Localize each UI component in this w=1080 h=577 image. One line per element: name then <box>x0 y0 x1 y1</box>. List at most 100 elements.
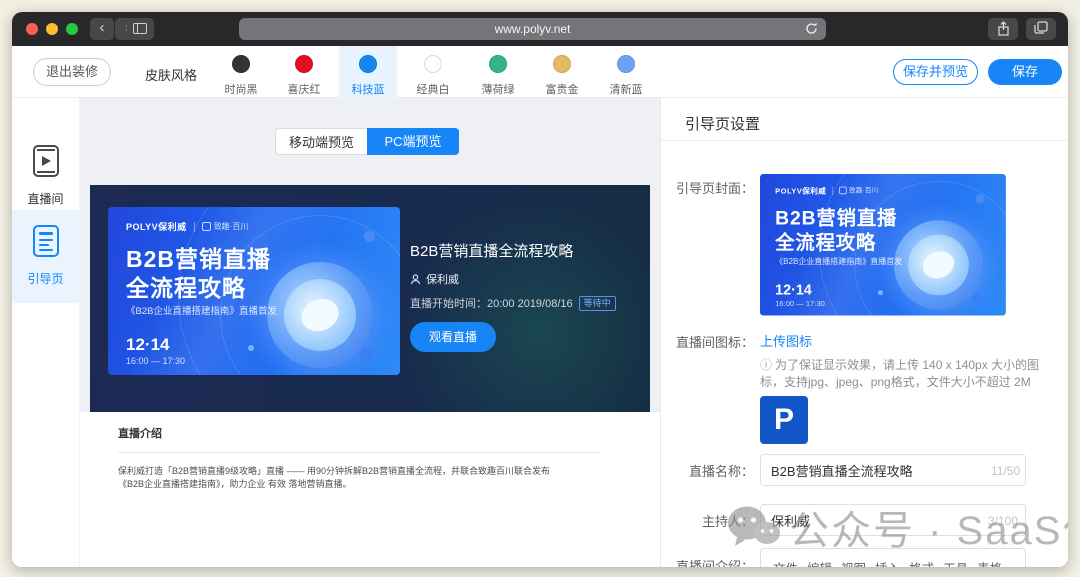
live-title: B2B营销直播全流程攻略 <box>410 240 573 261</box>
cover-field-label: 引导页封面： <box>666 178 754 197</box>
person-icon <box>410 274 421 285</box>
gold-swatch-icon <box>553 55 571 73</box>
sidebar-icon <box>133 23 147 34</box>
light-blue-swatch-icon <box>617 55 635 73</box>
live-host-row: 保利威 <box>410 271 459 287</box>
room-icon-preview: P <box>760 396 808 444</box>
editor-menu-file[interactable]: 文件 <box>773 558 798 567</box>
cover-time: 16:00 — 17:30 <box>126 356 185 366</box>
tab-pc-preview[interactable]: PC端预览 <box>367 128 459 155</box>
live-room-icon <box>33 145 59 177</box>
live-host-name: 保利威 <box>426 271 459 287</box>
partner-logo-icon <box>202 222 211 231</box>
tab-mobile-preview[interactable]: 移动端预览 <box>275 128 367 155</box>
skin-option-red[interactable]: 喜庆红 <box>275 46 333 98</box>
skin-option-tech-blue[interactable]: 科技蓝 <box>339 46 397 98</box>
room-icon-field-label: 直播间图标： <box>666 332 754 351</box>
editor-menu-view[interactable]: 视图 <box>841 558 866 567</box>
editor-menu-table[interactable]: 表格 <box>977 558 1002 567</box>
cover-date: 12·14 <box>775 282 812 299</box>
logo-divider <box>832 186 833 194</box>
settings-title: 引导页设置 <box>685 113 760 134</box>
reload-icon[interactable] <box>804 21 819 36</box>
guide-page-settings-panel: 引导页设置 引导页封面： POLYV保利威 致趣·百川 <box>660 98 1068 567</box>
landing-page-banner: POLYV保利威 致趣·百川 B2B营销直播 全流程攻略 《B2B企业直播搭建指… <box>90 185 650 412</box>
skin-option-green[interactable]: 薄荷绿 <box>469 46 527 98</box>
intro-heading: 直播介绍 <box>118 425 162 441</box>
tabs-icon <box>1034 21 1048 35</box>
partner-logo: 致趣·百川 <box>214 221 249 232</box>
cover-dot <box>248 345 254 351</box>
live-name-counter: 11/50 <box>991 464 1020 478</box>
editor-menu-format[interactable]: 格式 <box>909 558 934 567</box>
sidebar-toggle-button[interactable] <box>127 18 154 40</box>
editor-menu-tools[interactable]: 工具 <box>943 558 968 567</box>
partner-logo: 致趣·百川 <box>849 186 878 195</box>
browser-titlebar: ‹ › www.polyv.net <box>12 12 1068 46</box>
skin-option-white[interactable]: 经典白 <box>404 46 462 98</box>
editor-menu-insert[interactable]: 插入 <box>875 558 900 567</box>
red-swatch-icon <box>295 55 313 73</box>
cover-logos: POLYV保利威 致趣·百川 <box>775 185 878 196</box>
black-swatch-icon <box>232 55 250 73</box>
zoom-window-button[interactable] <box>66 23 78 35</box>
minimize-window-button[interactable] <box>46 23 58 35</box>
guide-cover-thumbnail[interactable]: POLYV保利威 致趣·百川 B2B营销直播 全流程攻略 《B2B企业直播搭建指… <box>760 174 1006 316</box>
share-icon <box>997 21 1010 36</box>
sidebar-item-guide-page[interactable]: 引导页 <box>12 210 79 303</box>
cover-dot <box>972 294 983 305</box>
intro-description: 保利威打造「B2B营销直播9级攻略」直播 —— 用90分钟拆解B2B营销直播全流… <box>118 465 570 491</box>
editor-menu-edit[interactable]: 编辑 <box>807 558 832 567</box>
status-badge: 等待中 <box>579 296 616 311</box>
upload-icon-link[interactable]: 上传图标 <box>760 331 812 350</box>
polyv-logo: POLYV保利威 <box>775 185 826 196</box>
preview-mode-tabs: 移动端预览 PC端预览 <box>275 128 459 155</box>
wechat-icon <box>727 504 781 550</box>
cover-dot <box>878 290 883 295</box>
back-button[interactable]: ‹ <box>90 18 114 40</box>
sidebar-item-live-room[interactable]: 直播间 <box>12 142 79 217</box>
address-bar[interactable]: www.polyv.net <box>239 18 826 40</box>
skin-option-fresh-blue[interactable]: 清新蓝 <box>597 46 655 98</box>
partner-logo-icon <box>839 187 847 195</box>
polyv-logo: POLYV保利威 <box>126 220 187 233</box>
cover-dot <box>976 194 985 203</box>
url-text: www.polyv.net <box>495 22 571 36</box>
blue-swatch-icon <box>359 55 377 73</box>
editor-toolbar: 退出装修 皮肤风格 时尚黑 喜庆红 科技蓝 经典白 薄荷绿 富贵金 清新蓝 <box>12 46 1068 98</box>
logo-divider <box>194 222 195 232</box>
green-swatch-icon <box>489 55 507 73</box>
save-button[interactable]: 保存 <box>988 59 1062 85</box>
exit-decorate-button[interactable]: 退出装修 <box>33 58 111 86</box>
watermark: 公众号 · SaaS优选 <box>727 498 1068 556</box>
preview-area: 移动端预览 PC端预览 POLYV保利威 致趣·百川 <box>80 98 660 567</box>
info-icon: ⓘ <box>760 358 772 372</box>
banner-cover-image: POLYV保利威 致趣·百川 B2B营销直播 全流程攻略 《B2B企业直播搭建指… <box>108 207 400 375</box>
skin-option-gold[interactable]: 富贵金 <box>533 46 591 98</box>
cover-subtitle: 《B2B企业直播搭建指南》直播首发 <box>775 255 902 267</box>
live-start-time: 直播开始时间：20:00 2019/08/16等待中 <box>410 295 616 311</box>
watch-live-button[interactable]: 观看直播 <box>410 322 496 352</box>
cover-subtitle: 《B2B企业直播搭建指南》直播首发 <box>126 303 277 317</box>
settings-divider <box>661 140 1068 141</box>
cover-title-line2: 全流程攻略 <box>775 226 876 255</box>
live-name-input[interactable] <box>760 454 1026 486</box>
skin-style-label: 皮肤风格 <box>145 65 197 84</box>
cover-dot <box>360 349 373 362</box>
cover-thumbnail-image: POLYV保利威 致趣·百川 B2B营销直播 全流程攻略 《B2B企业直播搭建指… <box>760 174 1006 315</box>
tabs-overview-button[interactable] <box>1026 18 1056 40</box>
skin-option-black[interactable]: 时尚黑 <box>212 46 270 98</box>
left-sidebar: 直播间 引导页 <box>12 98 80 567</box>
cover-logos: POLYV保利威 致趣·百川 <box>126 220 248 233</box>
live-intro-section: 直播介绍 保利威打造「B2B营销直播9级攻略」直播 —— 用90分钟拆解B2B营… <box>80 412 660 567</box>
save-and-preview-button[interactable]: 保存并预览 <box>893 59 978 85</box>
browser-window: ‹ › www.polyv.net 退出装修 皮肤风格 时尚黑 喜庆红 <box>12 12 1068 567</box>
close-window-button[interactable] <box>26 23 38 35</box>
white-swatch-icon <box>424 55 442 73</box>
icon-upload-hint: ⓘ为了保证显示效果，请上传 140 x 140px 大小的图标，支持jpg、jp… <box>760 357 1062 391</box>
watermark-text: 公众号 · SaaS优选 <box>789 498 1068 556</box>
cover-dot <box>364 231 375 242</box>
guide-page-icon <box>33 225 59 257</box>
share-button[interactable] <box>988 18 1018 40</box>
cover-date: 12·14 <box>126 335 169 355</box>
